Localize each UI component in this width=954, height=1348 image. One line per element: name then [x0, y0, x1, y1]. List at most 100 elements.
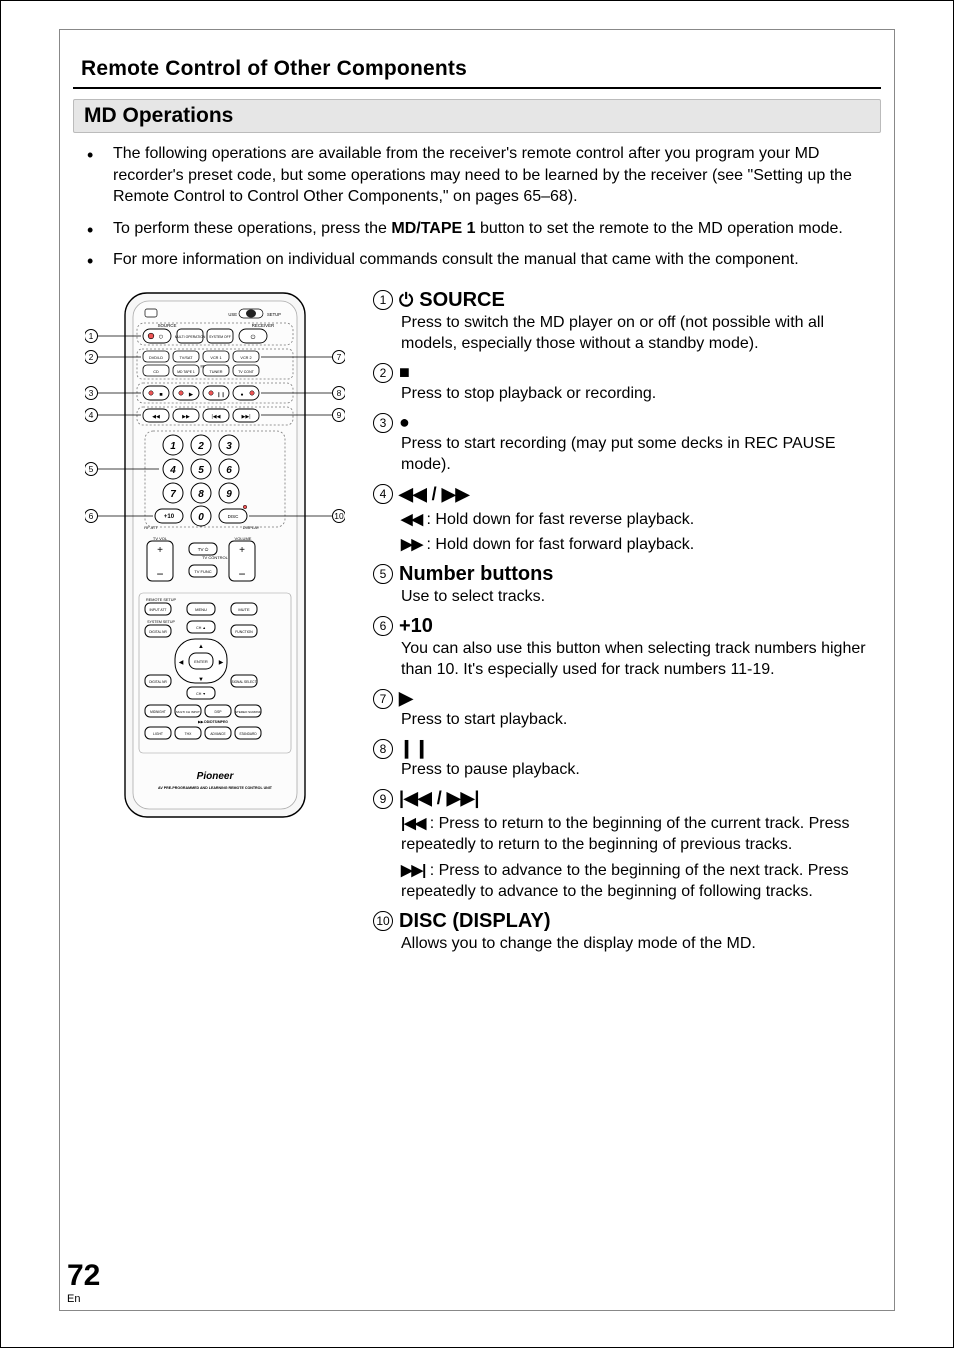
svg-text:CH ▼: CH ▼: [196, 692, 206, 696]
def-body: ◀◀ : Hold down for fast reverse playback…: [401, 509, 869, 555]
svg-text:■: ■: [159, 392, 162, 398]
svg-text:▲: ▲: [198, 644, 204, 650]
svg-text:RF ATT: RF ATT: [144, 525, 158, 530]
svg-text:VOLUME: VOLUME: [235, 536, 252, 541]
play-button[interactable]: ▶: [173, 386, 199, 400]
svg-text:SETUP: SETUP: [267, 312, 281, 317]
svg-text:▶▶: ▶▶: [182, 414, 190, 420]
def-skip: 9 |◀◀ / ▶▶| |◀◀ : Press to return to the…: [373, 788, 869, 901]
svg-text:−: −: [238, 567, 245, 581]
rewind-button[interactable]: ◀◀: [143, 409, 169, 422]
circled-seven-icon: 7: [373, 689, 393, 709]
svg-text:TV FUNC: TV FUNC: [194, 569, 211, 574]
svg-text:3: 3: [89, 388, 94, 398]
pause-icon: ❙❙: [399, 738, 429, 759]
tv-vol-rocker[interactable]: + −: [147, 541, 173, 581]
zero-button[interactable]: 0: [191, 506, 211, 526]
def-title: +10: [399, 615, 433, 638]
svg-text:7: 7: [337, 352, 342, 362]
tv-func-button[interactable]: TV FUNC: [189, 565, 217, 577]
scan-icon: ◀◀ / ▶▶: [399, 484, 469, 505]
svg-text:CD: CD: [153, 370, 159, 374]
def-title: Number buttons: [399, 563, 553, 586]
prev-button[interactable]: |◀◀: [203, 409, 229, 422]
tv-power-button[interactable]: TV ⏻: [189, 543, 217, 555]
svg-text:◀: ◀: [179, 660, 184, 666]
def-numbers: 5 Number buttons Use to select tracks.: [373, 563, 869, 607]
svg-text:4: 4: [89, 410, 94, 420]
text: : Press to return to the beginning of th…: [401, 815, 850, 853]
def-source: 1 ⏻ SOURCE Press to switch the MD player…: [373, 289, 869, 354]
volume-rocker[interactable]: + −: [229, 541, 255, 581]
system-off-button[interactable]: SYSTEM OFF: [207, 329, 233, 343]
svg-text:LIGHT: LIGHT: [153, 732, 163, 736]
svg-text:6: 6: [226, 465, 232, 476]
circled-ten-icon: 10: [373, 911, 393, 931]
svg-text:MUTE: MUTE: [238, 607, 250, 612]
svg-text:STEREO SURRND: STEREO SURRND: [235, 710, 262, 714]
def-body: Press to start playback.: [401, 709, 869, 730]
pause-button[interactable]: ❙❙: [203, 386, 229, 400]
plus10-button[interactable]: +10: [155, 509, 183, 523]
svg-text:STANDARD: STANDARD: [239, 732, 257, 736]
text: : Press to advance to the beginning of t…: [401, 862, 849, 900]
svg-text:⏻: ⏻: [251, 334, 256, 341]
def-pause: 8 ❙❙ Press to pause playback.: [373, 738, 869, 780]
circled-five-icon: 5: [373, 564, 393, 584]
dpad[interactable]: ENTER ◀ ▶ ▲ ▼: [175, 639, 227, 683]
svg-text:ADVANCE: ADVANCE: [210, 732, 225, 736]
stop-button[interactable]: ■: [143, 386, 169, 400]
svg-text:TV VOL: TV VOL: [153, 536, 168, 541]
def-body: |◀◀ : Press to return to the beginning o…: [401, 813, 869, 901]
svg-text:2: 2: [89, 352, 94, 362]
svg-text:1: 1: [89, 331, 94, 341]
svg-text:0: 0: [198, 512, 204, 523]
def-title: DISC (DISPLAY): [399, 910, 551, 933]
circled-six-icon: 6: [373, 616, 393, 636]
circled-nine-icon: 9: [373, 789, 393, 809]
remote-svg: USE SETUP SOURCE RECEIVER ⏻ MULTI OPERAT…: [85, 289, 345, 829]
play-icon: ▶: [399, 688, 413, 709]
svg-text:CH ▲: CH ▲: [196, 626, 206, 630]
svg-text:ENTER: ENTER: [194, 659, 208, 664]
svg-text:SYSTEM OFF: SYSTEM OFF: [209, 335, 231, 339]
svg-text:TUNER: TUNER: [209, 370, 222, 374]
def-play: 7 ▶ Press to start playback.: [373, 688, 869, 730]
svg-text:8: 8: [198, 489, 204, 500]
rec-button[interactable]: ●: [233, 386, 259, 400]
ffwd-button[interactable]: ▶▶: [173, 409, 199, 422]
bullet-item: To perform these operations, press the M…: [113, 218, 865, 240]
circled-two-icon: 2: [373, 363, 393, 383]
multi-operation-button[interactable]: MULTI OPERATION: [175, 329, 206, 343]
svg-text:USE: USE: [228, 312, 237, 317]
def-body: Press to stop playback or recording.: [401, 383, 869, 404]
subsection-title: MD Operations: [84, 104, 870, 128]
svg-text:MULTI OPERATION: MULTI OPERATION: [175, 335, 206, 339]
next-button[interactable]: ▶▶|: [233, 409, 259, 422]
svg-text:6: 6: [89, 511, 94, 521]
rewind-icon: ◀◀: [401, 511, 422, 528]
svg-text:+: +: [239, 545, 245, 556]
receiver-power-button[interactable]: ⏻: [239, 329, 267, 343]
def-title: SOURCE: [419, 289, 505, 312]
source-power-button[interactable]: ⏻: [143, 329, 171, 343]
def-stop: 2 ■ Press to stop playback or recording.: [373, 362, 869, 404]
skip-icon: |◀◀ / ▶▶|: [399, 788, 479, 809]
svg-text:5: 5: [198, 465, 204, 476]
svg-text:TV/SAT: TV/SAT: [179, 356, 193, 360]
svg-text:|◀◀: |◀◀: [212, 414, 221, 420]
stop-icon: ■: [399, 362, 410, 383]
text: : Hold down for fast reverse playback.: [422, 511, 694, 528]
svg-text:−: −: [156, 567, 163, 581]
svg-text:AV PRE-PROGRAMMED AND LEARNING: AV PRE-PROGRAMMED AND LEARNING REMOTE CO…: [158, 786, 273, 790]
svg-text:MD TAPE 1: MD TAPE 1: [177, 370, 195, 374]
svg-text:REMOTE SETUP: REMOTE SETUP: [146, 598, 176, 602]
circled-one-icon: 1: [373, 290, 393, 310]
svg-text:3: 3: [226, 441, 232, 452]
svg-text:DVD/LD: DVD/LD: [149, 356, 163, 360]
def-body: You can also use this button when select…: [401, 638, 869, 680]
svg-text:DSP: DSP: [215, 710, 223, 714]
page-language: En: [67, 1293, 100, 1305]
svg-text:⏻: ⏻: [159, 334, 163, 340]
record-icon: ●: [399, 412, 410, 433]
